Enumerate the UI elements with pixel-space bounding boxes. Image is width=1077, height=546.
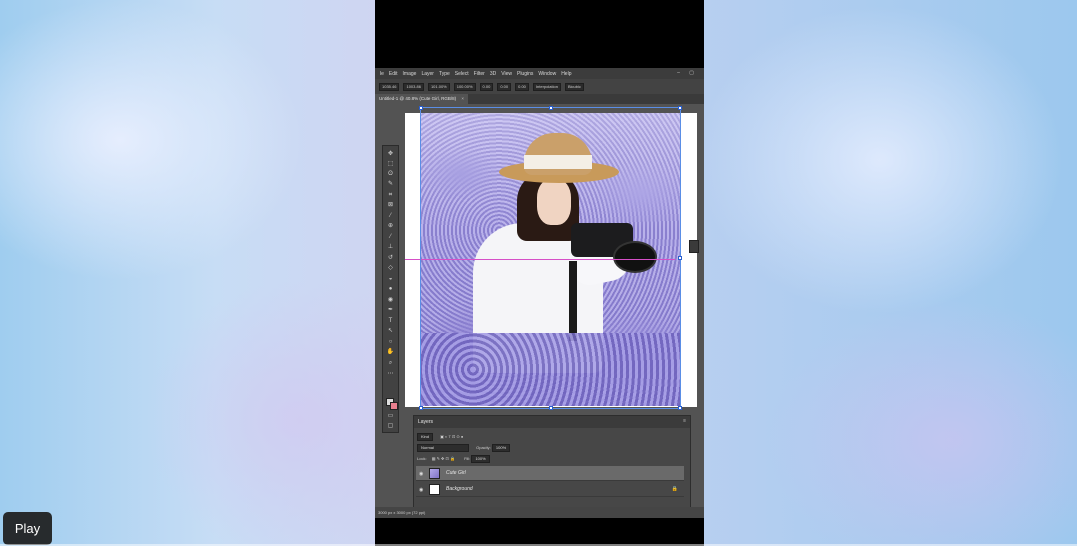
layer-row[interactable]: ◉ Background 🔒 xyxy=(416,482,684,497)
quick-select-icon[interactable]: ✎ xyxy=(386,180,395,188)
layer-thumbnail xyxy=(429,484,440,495)
status-bar: 3000 px x 3000 px (72 ppi) xyxy=(375,507,704,518)
photoshop-window: le Edit Image Layer Type Select Filter 3… xyxy=(375,68,704,518)
transform-handle[interactable] xyxy=(549,406,553,410)
angle-field[interactable]: 0.00 xyxy=(479,82,494,91)
type-icon[interactable]: T xyxy=(386,317,395,325)
interpolation-select[interactable]: Bicubic xyxy=(564,82,584,91)
layer-name[interactable]: Background xyxy=(446,486,473,492)
hand-icon[interactable]: ✋ xyxy=(386,348,395,356)
menu-plugins[interactable]: Plugins xyxy=(517,71,533,77)
tools-panel: ✥ ⬚ ʘ ✎ ⌗ ⊠ ⁄ ⊕ ⁄ ⊥ ↺ ◇ ◒ ● ◉ ✒ T ↖ ○ ✋ … xyxy=(382,145,399,433)
lasso-icon[interactable]: ʘ xyxy=(386,170,395,178)
document-tab-title: Untitled-1 @ 40.8% (Cute Girl, RGB/8) xyxy=(379,96,457,101)
crop-icon[interactable]: ⌗ xyxy=(386,191,395,199)
background-color-swatch[interactable] xyxy=(390,402,398,410)
more-tools-icon[interactable]: ⋯ xyxy=(386,370,395,378)
menu-select[interactable]: Select xyxy=(455,71,469,77)
screen-mode-icon[interactable]: ▢ xyxy=(386,422,395,430)
frame-icon[interactable]: ⊠ xyxy=(386,201,395,209)
transform-info-tooltip xyxy=(689,240,699,253)
panel-menu-icon[interactable]: ≡ xyxy=(683,418,686,424)
healing-brush-icon[interactable]: ⊕ xyxy=(386,222,395,230)
menu-edit[interactable]: Edit xyxy=(389,71,398,77)
layer-thumbnail xyxy=(429,468,440,479)
menu-type[interactable]: Type xyxy=(439,71,450,77)
width-field[interactable]: 101.00% xyxy=(427,82,450,91)
transform-handle[interactable] xyxy=(419,106,423,110)
play-button[interactable]: Play xyxy=(3,512,52,545)
transform-handle[interactable] xyxy=(419,406,423,410)
menu-file[interactable]: le xyxy=(380,71,384,77)
menu-window[interactable]: Window xyxy=(538,71,556,77)
blend-mode-select[interactable]: Normal xyxy=(417,444,469,452)
h-skew-field[interactable]: 0.00 xyxy=(497,82,512,91)
window-controls[interactable]: – ▢ xyxy=(677,70,698,76)
menu-3d[interactable]: 3D xyxy=(490,71,496,77)
brush-icon[interactable]: ⁄ xyxy=(386,233,395,241)
height-field[interactable]: 100.00% xyxy=(453,82,476,91)
move-icon[interactable]: ✥ xyxy=(386,150,395,158)
menu-help[interactable]: Help xyxy=(561,71,571,77)
transform-handle[interactable] xyxy=(678,106,682,110)
layer-row[interactable]: ◉ Cute Girl xyxy=(416,466,684,481)
menu-view[interactable]: View xyxy=(501,71,512,77)
transform-handle[interactable] xyxy=(678,406,682,410)
close-icon[interactable]: × xyxy=(461,96,464,101)
opacity-label: Opacity: xyxy=(476,445,491,451)
transform-bounding-box[interactable] xyxy=(419,106,682,410)
lock-options-icons[interactable]: ▦ ✎ ✥ ⊡ 🔒 xyxy=(432,456,455,461)
options-bar: 1035.46 1003.86 101.00% 100.00% 0.00 0.0… xyxy=(375,79,704,95)
layers-panel-title: Layers xyxy=(418,419,434,425)
layers-panel: Layers ≡ Kind ▣ ◐ T ⊡ ⊙ ● Normal Opacity… xyxy=(413,415,691,518)
fill-label: Fill: xyxy=(464,456,471,462)
document-tab[interactable]: Untitled-1 @ 40.8% (Cute Girl, RGB/8) × xyxy=(375,94,468,104)
transform-handle[interactable] xyxy=(678,256,682,260)
marquee-icon[interactable]: ⬚ xyxy=(386,160,395,168)
layer-name[interactable]: Cute Girl xyxy=(446,470,466,476)
blur-icon[interactable]: ● xyxy=(386,285,395,293)
y-field[interactable]: 1003.86 xyxy=(403,82,424,91)
clone-stamp-icon[interactable]: ⊥ xyxy=(386,243,395,251)
pen-icon[interactable]: ✒ xyxy=(386,306,395,314)
transform-handle[interactable] xyxy=(549,106,553,110)
document-info: 3000 px x 3000 px (72 ppi) xyxy=(378,510,426,515)
video-frame: le Edit Image Layer Type Select Filter 3… xyxy=(375,0,704,546)
eye-icon[interactable]: ◉ xyxy=(419,471,423,477)
lock-label: Lock: xyxy=(417,456,427,462)
document-tab-bar: Untitled-1 @ 40.8% (Cute Girl, RGB/8) × xyxy=(375,94,704,104)
menu-filter[interactable]: Filter xyxy=(474,71,485,77)
eraser-icon[interactable]: ◇ xyxy=(386,264,395,272)
menu-image[interactable]: Image xyxy=(403,71,417,77)
v-skew-field[interactable]: 0.00 xyxy=(515,82,529,91)
eyedropper-icon[interactable]: ⁄ xyxy=(386,212,395,220)
paint-bucket-icon[interactable]: ◒ xyxy=(386,275,395,283)
fill-field[interactable]: 100% xyxy=(471,455,490,463)
opacity-field[interactable]: 100% xyxy=(491,444,511,452)
shape-icon[interactable]: ○ xyxy=(386,338,395,346)
dodge-icon[interactable]: ◉ xyxy=(386,296,395,304)
zoom-icon[interactable]: ⌕ xyxy=(386,359,395,367)
interpolation-label: Interpolation xyxy=(532,82,561,91)
path-select-icon[interactable]: ↖ xyxy=(386,327,395,335)
lock-icon: 🔒 xyxy=(671,486,678,492)
quick-mask-icon[interactable]: ▭ xyxy=(386,412,395,420)
menu-layer[interactable]: Layer xyxy=(421,71,434,77)
history-brush-icon[interactable]: ↺ xyxy=(386,254,395,262)
eye-icon[interactable]: ◉ xyxy=(419,487,423,493)
x-field[interactable]: 1035.46 xyxy=(379,82,400,91)
menu-bar: le Edit Image Layer Type Select Filter 3… xyxy=(375,68,704,79)
filter-icons[interactable]: ▣ ◐ T ⊡ ⊙ ● xyxy=(440,434,463,439)
layer-filter-select[interactable]: Kind xyxy=(417,433,434,441)
